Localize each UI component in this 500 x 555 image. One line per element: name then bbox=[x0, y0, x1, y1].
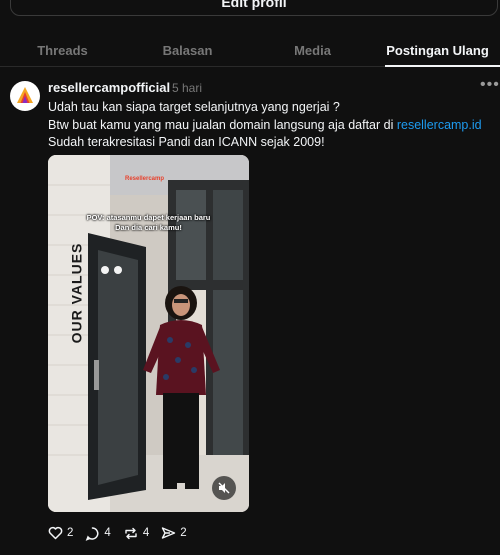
tab-threads[interactable]: Threads bbox=[0, 34, 125, 66]
video-caption-line: POV: atasanmu dapet kerjaan baru bbox=[86, 213, 211, 222]
post-link[interactable]: resellercamp.id bbox=[397, 118, 482, 132]
repost-count: 4 bbox=[142, 527, 150, 539]
resellercamp-logo-icon bbox=[17, 87, 33, 103]
mute-icon bbox=[218, 482, 230, 494]
video-brand-watermark: Resellercamp bbox=[125, 176, 165, 182]
heart-icon bbox=[48, 526, 63, 540]
video-caption-line: Dan dia cari kamu! bbox=[115, 223, 182, 232]
repost-button[interactable]: 4 bbox=[123, 526, 149, 541]
edit-profile-button[interactable]: Edit profil bbox=[10, 0, 498, 16]
more-options-icon[interactable]: ••• bbox=[480, 76, 500, 94]
post-body: Udah tau kan siapa target selanjutnya ya… bbox=[48, 99, 493, 152]
share-count: 2 bbox=[180, 527, 187, 539]
repost-icon bbox=[125, 527, 137, 539]
like-button[interactable]: 2 bbox=[48, 526, 73, 540]
reply-count: 4 bbox=[104, 527, 111, 539]
post-text-line: Sudah terakresitasi Pandi dan ICANN seja… bbox=[48, 135, 325, 149]
post-text-line: Udah tau kan siapa target selanjutnya ya… bbox=[48, 100, 340, 114]
like-count: 2 bbox=[67, 527, 74, 539]
wall-lettering: OUR VALUES bbox=[68, 242, 85, 344]
comment-icon bbox=[86, 526, 99, 541]
avatar[interactable] bbox=[10, 81, 40, 111]
mute-button[interactable] bbox=[212, 476, 236, 500]
share-button[interactable]: 2 bbox=[161, 526, 187, 540]
tab-balasan[interactable]: Balasan bbox=[125, 34, 250, 66]
active-tab-indicator bbox=[385, 65, 500, 67]
post-text-line: Btw buat kamu yang mau jualan domain lan… bbox=[48, 117, 493, 135]
reply-button[interactable]: 4 bbox=[85, 526, 111, 541]
tab-postingan-ulang[interactable]: Postingan Ulang bbox=[375, 34, 500, 66]
share-icon bbox=[162, 527, 176, 539]
post-time: 5 hari bbox=[172, 81, 203, 95]
post-username[interactable]: resellercampofficial bbox=[48, 80, 170, 95]
post-video[interactable]: Resellercamp POV: atasanmu dapet kerjaan… bbox=[48, 155, 249, 512]
tab-media[interactable]: Media bbox=[250, 34, 375, 66]
video-caption: POV: atasanmu dapet kerjaan baru Dan dia… bbox=[48, 213, 249, 233]
profile-tabs: Threads Balasan Media Postingan Ulang bbox=[0, 34, 500, 66]
post-actions: 2 4 4 2 bbox=[48, 524, 199, 542]
post-text-segment: Btw buat kamu yang mau jualan domain lan… bbox=[48, 117, 397, 132]
